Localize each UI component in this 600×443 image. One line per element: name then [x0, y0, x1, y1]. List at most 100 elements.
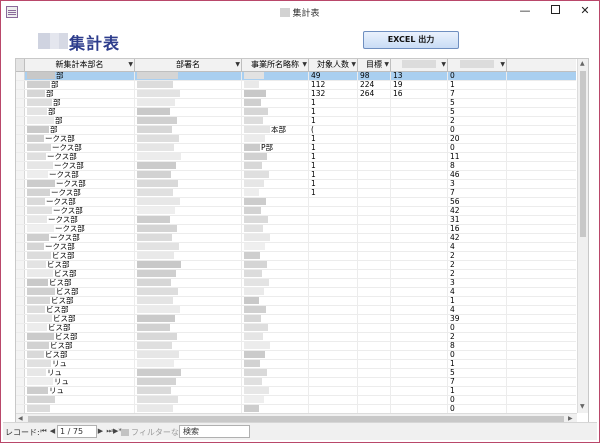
table-cell-unit[interactable] — [137, 333, 242, 341]
table-row[interactable]: ークス部 31 — [16, 216, 576, 225]
table-cell-office[interactable] — [244, 333, 309, 341]
table-row[interactable]: ビス部 8 — [16, 342, 576, 351]
table-cell-target[interactable] — [360, 288, 391, 296]
table-cell-v7[interactable]: 11 — [450, 153, 507, 161]
table-cell-target[interactable] — [360, 405, 391, 413]
table-cell-unit[interactable] — [137, 297, 242, 305]
table-cell-office[interactable]: P部 — [244, 144, 309, 152]
table-row[interactable]: ビス部 2 — [16, 270, 576, 279]
table-cell-count[interactable] — [311, 198, 358, 206]
table-cell-v5[interactable] — [393, 126, 448, 134]
table-cell-office[interactable] — [244, 270, 309, 278]
table-cell-office[interactable] — [244, 306, 309, 314]
table-row[interactable]: ークス部 56 — [16, 198, 576, 207]
table-cell-office[interactable] — [244, 324, 309, 332]
table-cell-target[interactable] — [360, 225, 391, 233]
column-filter-arrow-icon[interactable]: ▼ — [351, 59, 356, 71]
table-cell-v5[interactable] — [393, 225, 448, 233]
table-cell-count[interactable] — [311, 351, 358, 359]
table-cell-v7[interactable]: 4 — [450, 243, 507, 251]
table-cell-v5[interactable] — [393, 153, 448, 161]
excel-export-button[interactable]: EXCEL 出力 — [363, 31, 459, 49]
table-cell-count[interactable] — [311, 207, 358, 215]
table-cell-office[interactable] — [244, 315, 309, 323]
table-cell-dept[interactable]: 部 — [27, 99, 135, 107]
table-cell-v7[interactable]: 5 — [450, 108, 507, 116]
table-cell-target[interactable] — [360, 360, 391, 368]
table-cell-count[interactable] — [311, 387, 358, 395]
table-cell-count[interactable] — [311, 378, 358, 386]
table-cell-dept[interactable]: ビス部 — [27, 270, 135, 278]
table-cell-office[interactable] — [244, 117, 309, 125]
table-cell-dept[interactable]: 部 — [27, 108, 135, 116]
table-cell-dept[interactable]: ビス部 — [27, 315, 135, 323]
scroll-up-icon[interactable]: ▲ — [580, 60, 585, 67]
table-cell-target[interactable] — [360, 252, 391, 260]
table-cell-count[interactable] — [311, 270, 358, 278]
table-row[interactable]: ビス部 4 — [16, 306, 576, 315]
row-selector[interactable] — [16, 306, 25, 314]
table-cell-dept[interactable]: 部 — [27, 117, 135, 125]
table-cell-count[interactable]: 1 — [311, 108, 358, 116]
table-cell-unit[interactable] — [137, 306, 242, 314]
table-cell-v5[interactable] — [393, 198, 448, 206]
table-row[interactable]: ビス部 1 — [16, 297, 576, 306]
table-cell-v5[interactable] — [393, 405, 448, 413]
table-cell-v5[interactable] — [393, 306, 448, 314]
table-cell-v5[interactable] — [393, 387, 448, 395]
table-cell-dept[interactable]: ビス部 — [27, 297, 135, 305]
row-selector[interactable] — [16, 369, 25, 377]
record-position-input[interactable]: 1 / 75 — [57, 425, 97, 438]
row-selector[interactable] — [16, 234, 25, 242]
table-row[interactable]: ビス部 2 — [16, 333, 576, 342]
table-cell-office[interactable] — [244, 234, 309, 242]
table-cell-v5[interactable] — [393, 360, 448, 368]
table-cell-v7[interactable]: 1 — [450, 81, 507, 89]
table-cell-target[interactable] — [360, 279, 391, 287]
row-selector[interactable] — [16, 72, 25, 80]
table-cell-target[interactable] — [360, 306, 391, 314]
table-cell-dept[interactable]: ークス部 — [27, 225, 135, 233]
table-cell-v7[interactable]: 42 — [450, 207, 507, 215]
table-cell-dept[interactable]: ビス部 — [27, 306, 135, 314]
column-filter-arrow-icon[interactable]: ▼ — [302, 59, 307, 71]
table-cell-dept[interactable]: リュ — [27, 378, 135, 386]
row-selector[interactable] — [16, 99, 25, 107]
table-row[interactable]: 部 1 2 — [16, 117, 576, 126]
table-cell-office[interactable] — [244, 351, 309, 359]
row-selector[interactable] — [16, 81, 25, 89]
table-cell-count[interactable]: 132 — [311, 90, 358, 98]
table-cell-target[interactable] — [360, 333, 391, 341]
table-cell-v5[interactable] — [393, 288, 448, 296]
table-row[interactable]: リュ 5 — [16, 369, 576, 378]
table-row[interactable]: ビス部 2 — [16, 252, 576, 261]
table-cell-office[interactable] — [244, 396, 309, 404]
table-cell-dept[interactable]: ビス部 — [27, 342, 135, 350]
table-cell-unit[interactable] — [137, 189, 242, 197]
table-cell-count[interactable] — [311, 225, 358, 233]
row-selector[interactable] — [16, 324, 25, 332]
table-cell-v7[interactable]: 1 — [450, 297, 507, 305]
table-cell-v7[interactable]: 3 — [450, 180, 507, 188]
table-cell-office[interactable] — [244, 225, 309, 233]
table-cell-dept[interactable]: ビス部 — [27, 324, 135, 332]
table-cell-office[interactable] — [244, 405, 309, 413]
table-cell-dept[interactable]: ークス部 — [27, 135, 135, 143]
table-cell-v7[interactable]: 7 — [450, 189, 507, 197]
table-cell-office[interactable] — [244, 216, 309, 224]
table-cell-dept[interactable]: ークス部 — [27, 162, 135, 170]
table-cell-count[interactable] — [311, 369, 358, 377]
table-cell-count[interactable] — [311, 279, 358, 287]
table-cell-office[interactable] — [244, 99, 309, 107]
table-cell-v5[interactable] — [393, 270, 448, 278]
table-cell-unit[interactable] — [137, 162, 242, 170]
row-selector[interactable] — [16, 225, 25, 233]
filter-status[interactable]: フィルターなし — [121, 427, 187, 438]
row-selector[interactable] — [16, 261, 25, 269]
table-cell-count[interactable] — [311, 288, 358, 296]
table-row[interactable]: ークス部 1 8 — [16, 162, 576, 171]
table-cell-count[interactable] — [311, 342, 358, 350]
table-row[interactable]: 部 1 5 — [16, 108, 576, 117]
table-row[interactable]: 部 49 98 13 0 — [16, 72, 576, 81]
table-cell-target[interactable] — [360, 180, 391, 188]
